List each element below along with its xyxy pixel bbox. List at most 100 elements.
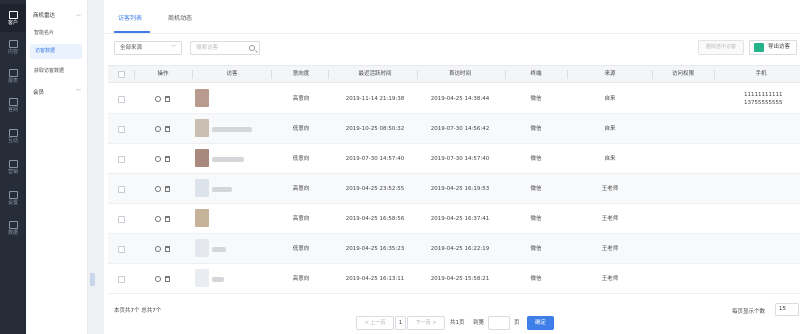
first-visit-cell: 2019-07-30 14:57:40 [430, 156, 490, 162]
column-divider [652, 70, 653, 79]
last-active-cell: 2019-11-14 21:19:38 [345, 96, 405, 102]
rail-item-label: 客户 [7, 19, 18, 26]
view-detail-icon[interactable] [155, 186, 161, 192]
table-row[interactable]: 高意向 2019-04-25 16:58:56 2019-04-25 16:37… [108, 204, 800, 234]
intent-cell: 低意向 [292, 246, 310, 252]
visitor-name [212, 127, 252, 132]
rail-item-marketing[interactable]: 营销 [0, 153, 26, 181]
terminal-cell: 微信 [530, 156, 542, 162]
rail-item-label: 数据 [7, 229, 18, 236]
intent-cell: 高意向 [292, 186, 310, 192]
select-all-checkbox[interactable] [118, 71, 125, 78]
col-header-actions: 操作 [157, 71, 169, 77]
chevron-down-icon[interactable]: ﹀ [76, 88, 81, 95]
delete-selected-button[interactable]: 删除选中访客 [698, 40, 744, 55]
menu-item-visitor-data[interactable]: 访客数据 [30, 44, 82, 59]
table-row[interactable]: 低意向 2019-04-25 16:35:23 2019-04-25 16:22… [108, 234, 800, 264]
delete-icon[interactable] [165, 246, 170, 252]
rail-item-content[interactable]: 内容 [0, 33, 26, 61]
column-divider [134, 70, 135, 79]
rail-item-label: 报表 [7, 77, 18, 84]
delete-icon[interactable] [165, 276, 170, 282]
terminal-cell: 微信 [530, 216, 542, 222]
row-checkbox[interactable] [118, 276, 125, 283]
search-icon[interactable] [249, 45, 255, 51]
view-detail-icon[interactable] [155, 276, 161, 282]
prev-page-button[interactable]: < 上一页 [356, 316, 394, 330]
menu-item-smart-card[interactable]: 智能名片 [34, 29, 54, 36]
goto-page-input[interactable] [488, 316, 510, 330]
rail-item-data[interactable]: 数据 [0, 214, 26, 242]
chat-icon [8, 128, 18, 137]
delete-icon[interactable] [165, 216, 170, 222]
rail-item-label: 内容 [7, 48, 18, 55]
view-detail-icon[interactable] [155, 216, 161, 222]
col-header-intent: 意向度 [292, 71, 310, 77]
collapse-menu-handle[interactable] [90, 273, 95, 286]
rail-item-customer[interactable]: 客户 [0, 4, 26, 32]
column-divider [328, 70, 329, 79]
column-divider [714, 70, 715, 79]
rail-item-website[interactable]: 官网 [0, 91, 26, 119]
rail-item-report[interactable]: 报表 [0, 62, 26, 90]
tab-visitor-list[interactable]: 访客列表 [118, 13, 142, 22]
confirm-button[interactable]: 确定 [527, 316, 554, 330]
phone-cell: 13755555555 [744, 100, 783, 106]
chevron-up-icon[interactable]: ︿ [76, 11, 81, 18]
next-page-button[interactable]: 下一页 > [407, 316, 445, 330]
page-unit-label: 页 [514, 320, 520, 326]
page-count-text: 本页共7个 总共7个 [114, 308, 162, 314]
view-detail-icon[interactable] [155, 126, 161, 132]
table-row[interactable]: 高意向 2019-04-25 23:52:55 2019-04-25 16:19… [108, 174, 800, 204]
menu-group-member[interactable]: 会员 [33, 88, 44, 96]
table-row[interactable]: 低意向 2019-07-30 14:57:40 2019-07-30 14:57… [108, 144, 800, 174]
column-divider [192, 70, 193, 79]
delete-icon[interactable] [165, 156, 170, 162]
source-cell: 王老师 [601, 276, 619, 282]
row-checkbox[interactable] [118, 186, 125, 193]
delete-icon[interactable] [165, 186, 170, 192]
row-checkbox[interactable] [118, 96, 125, 103]
tab-business-updates[interactable]: 商机动态 [168, 13, 192, 22]
settings-icon [8, 190, 18, 199]
view-detail-icon[interactable] [155, 156, 161, 162]
col-header-source: 来源 [604, 71, 616, 77]
delete-icon[interactable] [165, 96, 170, 102]
terminal-cell: 微信 [530, 126, 542, 132]
row-checkbox[interactable] [118, 246, 125, 253]
first-visit-cell: 2019-04-25 15:58:21 [430, 276, 490, 282]
tabs-divider [104, 33, 800, 34]
avatar [195, 89, 209, 107]
view-detail-icon[interactable] [155, 96, 161, 102]
rail-item-interaction[interactable]: 互动 [0, 122, 26, 150]
visitor-name [212, 277, 224, 282]
intent-cell: 高意向 [292, 216, 310, 222]
menu-item-get-visitor-data[interactable]: 获取访客数据 [34, 67, 64, 74]
rail-item-label: 营销 [7, 168, 18, 175]
excel-icon [754, 43, 764, 52]
table-row[interactable]: 高意向 2019-11-14 21:19:38 2019-04-25 14:38… [108, 84, 800, 114]
row-checkbox[interactable] [118, 126, 125, 133]
per-page-select[interactable]: 15 [775, 303, 799, 316]
source-select[interactable]: 全部来源 ﹀ [114, 41, 182, 55]
search-input[interactable]: 搜索访客 [190, 41, 260, 55]
delete-icon[interactable] [165, 126, 170, 132]
page-number-button[interactable]: 1 [395, 316, 406, 330]
export-visitors-button[interactable]: 导出访客 [749, 40, 797, 55]
avatar [195, 269, 209, 287]
last-active-cell: 2019-07-30 14:57:40 [345, 156, 405, 162]
table-row[interactable]: 高意向 2019-04-25 16:13:11 2019-04-25 15:58… [108, 264, 800, 294]
rail-item-label: 设置 [7, 199, 18, 206]
column-divider [505, 70, 506, 79]
row-checkbox[interactable] [118, 216, 125, 223]
rail-item-settings[interactable]: 设置 [0, 184, 26, 212]
primary-nav-rail: 客户 内容 报表 官网 互动 营销 设置 数据 [0, 0, 26, 334]
visitor-name [212, 157, 244, 162]
avatar [195, 209, 209, 227]
table-row[interactable]: 低意向 2019-10-25 08:50:32 2019-07-30 14:56… [108, 114, 800, 144]
view-detail-icon[interactable] [155, 246, 161, 252]
row-checkbox[interactable] [118, 156, 125, 163]
menu-group-business-radar[interactable]: 商机雷达 [33, 11, 55, 19]
first-visit-cell: 2019-04-25 16:22:19 [430, 246, 490, 252]
last-active-cell: 2019-04-25 16:58:56 [345, 216, 405, 222]
